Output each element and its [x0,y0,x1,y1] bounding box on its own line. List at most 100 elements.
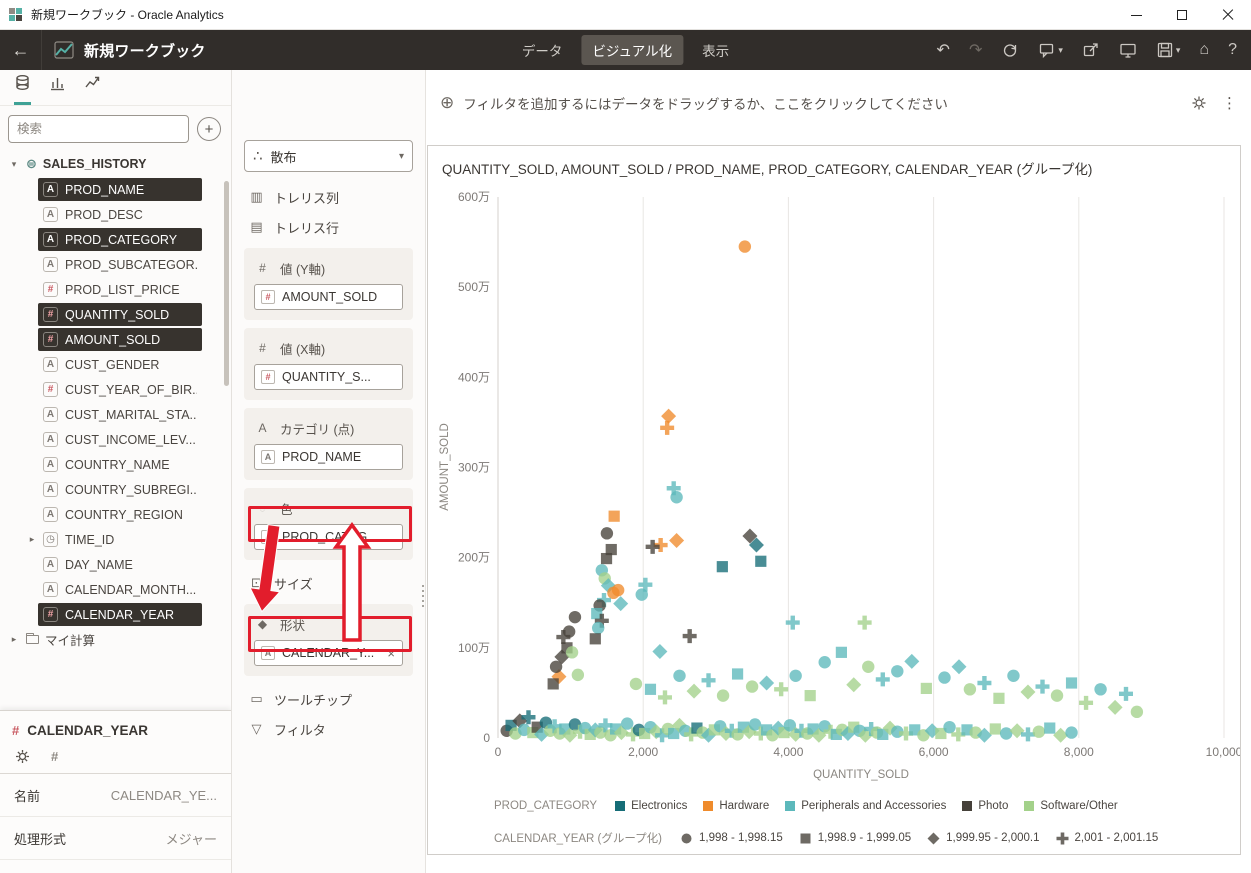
scatter-point[interactable] [636,588,648,600]
minimize-button[interactable] [1113,0,1159,30]
scatter-point[interactable] [646,540,660,554]
scatter-point[interactable] [687,684,702,699]
scatter-point[interactable] [660,421,674,435]
home-button[interactable]: ⌂ [1199,41,1209,59]
field-calendar-month-[interactable]: ACALENDAR_MONTH... [0,577,231,602]
scatter-point[interactable] [658,690,672,704]
number-format-tab-icon[interactable]: # [51,749,58,764]
back-button[interactable]: ← [0,30,42,70]
dataset-sales-history[interactable]: ▾ ⊜ SALES_HISTORY [0,151,231,177]
property-row[interactable]: データ型数値 [0,860,231,873]
notes-button[interactable]: ▾ [1038,41,1063,59]
scatter-point[interactable] [789,670,801,682]
scatter-point[interactable] [1020,685,1035,700]
scatter-point[interactable] [921,683,932,694]
my-calculations-item[interactable]: ▸ マイ計算 [0,627,231,652]
chip-quantity-s-[interactable]: #QUANTITY_S... [254,364,403,390]
field-time-id[interactable]: ▸◷TIME_ID [0,527,231,552]
scatter-point[interactable] [858,616,872,630]
tab-visualizations[interactable] [49,74,66,105]
scatter-point[interactable] [630,678,642,690]
scatter-point[interactable] [569,611,581,623]
scatter-point[interactable] [670,491,682,503]
scatter-point[interactable] [572,669,584,681]
export-button[interactable] [1082,41,1100,59]
scatter-point[interactable] [1000,727,1012,739]
drop-target-y-axis[interactable]: #値 (Y軸)#AMOUNT_SOLD [244,248,413,320]
scatter-point[interactable] [786,616,800,630]
scatter-point[interactable] [805,690,816,701]
scatter-point[interactable] [952,659,967,674]
scatter-point[interactable] [943,721,955,733]
scatter-point[interactable] [612,584,624,596]
drop-target-shape[interactable]: ◆形状ACALENDAR_Y...× [244,604,413,676]
scatter-point[interactable] [876,672,890,686]
scatter-point[interactable] [550,661,562,673]
search-input[interactable] [8,115,189,143]
chip-prod-name[interactable]: APROD_NAME [254,444,403,470]
property-row[interactable]: 名前CALENDAR_YE... [0,774,231,817]
scatter-point[interactable] [652,644,667,659]
field-prod-subcategor-[interactable]: APROD_SUBCATEGOR... [0,252,231,277]
property-row[interactable]: 処理形式メジャー [0,817,231,860]
scatter-point[interactable] [601,553,612,564]
header-tab-表示[interactable]: 表示 [691,35,740,65]
field-cust-marital-sta-[interactable]: ACUST_MARITAL_STA... [0,402,231,427]
chip-calendar-y-[interactable]: ACALENDAR_Y...× [254,640,403,666]
field-quantity-sold[interactable]: #QUANTITY_SOLD [0,302,231,327]
scatter-point[interactable] [1094,683,1106,695]
tree-scrollbar[interactable] [224,181,229,386]
scatter-point[interactable] [891,665,903,677]
field-cust-income-lev-[interactable]: ACUST_INCOME_LEV... [0,427,231,452]
field-prod-desc[interactable]: APROD_DESC [0,202,231,227]
chip-amount-sold[interactable]: #AMOUNT_SOLD [254,284,403,310]
legend-item-shape-plus[interactable]: 2,001 - 2,001.15 [1056,832,1159,845]
scatter-point[interactable] [1119,687,1133,701]
scatter-point[interactable] [836,647,847,658]
scatter-point[interactable] [1108,700,1123,715]
legend-item-shape-square[interactable]: 1,998.9 - 1,999.05 [799,832,911,845]
field-country-name[interactable]: ACOUNTRY_NAME [0,452,231,477]
legend-item-photo[interactable]: Photo [962,800,1008,812]
panel-resize-handle[interactable] [422,585,424,607]
scatter-point[interactable] [645,684,656,695]
tab-data[interactable] [14,74,31,105]
scatter-point[interactable] [732,668,743,679]
field-cust-year-of-bir-[interactable]: #CUST_YEAR_OF_BIR... [0,377,231,402]
scatter-point[interactable] [702,673,716,687]
scatter-point[interactable] [990,723,1001,734]
present-button[interactable] [1119,41,1137,59]
scatter-point[interactable] [1051,689,1063,701]
canvas-settings-gear-icon[interactable] [1190,94,1208,112]
field-country-region[interactable]: ACOUNTRY_REGION [0,502,231,527]
close-button[interactable] [1205,0,1251,30]
field-prod-list-price[interactable]: #PROD_LIST_PRICE [0,277,231,302]
scatter-point[interactable] [1036,680,1050,694]
maximize-button[interactable] [1159,0,1205,30]
my-calculations-expand-icon[interactable]: ▸ [8,634,20,645]
scatter-point[interactable] [548,678,559,689]
scatter-point[interactable] [938,671,950,683]
scatter-point[interactable] [819,656,831,668]
scatter-point[interactable] [759,675,774,690]
scatter-point[interactable] [592,622,604,634]
scatter-point[interactable] [1079,696,1093,710]
scatter-point[interactable] [774,682,788,696]
scatter-point[interactable] [1066,677,1077,688]
scatter-point[interactable] [717,561,728,572]
scatter-point[interactable] [977,676,991,690]
scatter-point[interactable] [609,511,620,522]
field-day-name[interactable]: ADAY_NAME [0,552,231,577]
field-prod-category[interactable]: APROD_CATEGORY [0,227,231,252]
drop-target-x-axis[interactable]: #値 (X軸)#QUANTITY_S... [244,328,413,400]
scatter-point[interactable] [673,670,685,682]
legend-item-shape-diamond[interactable]: 1,999.95 - 2,000.1 [927,832,1039,845]
dataset-expand-icon[interactable]: ▾ [8,159,20,170]
chip-prod-categ-[interactable]: APROD_CATEG... [254,524,403,550]
drop-target-trellis-columns[interactable]: ▥トレリス列 [244,182,413,212]
add-filter-icon[interactable]: ⊕ [440,93,454,113]
scatter-point[interactable] [846,677,861,692]
refresh-data-button[interactable] [1001,41,1019,59]
drop-target-tooltip[interactable]: ▭ツールチップ [244,684,413,714]
undo-button[interactable]: ↶ [937,40,950,60]
